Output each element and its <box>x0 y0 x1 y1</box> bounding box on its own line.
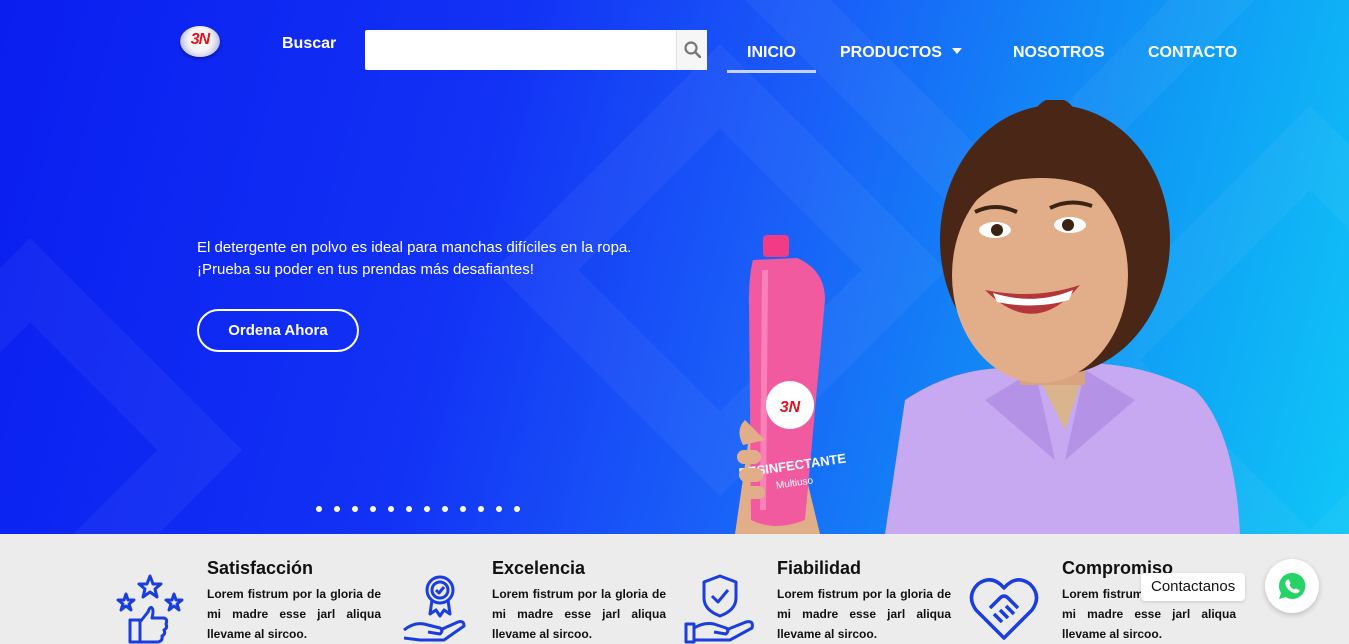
brand-logo[interactable]: 3N <box>180 26 220 57</box>
order-now-button[interactable]: Ordena Ahora <box>197 309 359 352</box>
nav-item-contacto[interactable]: CONTACTO <box>1148 44 1237 62</box>
slider-dot[interactable] <box>478 506 484 512</box>
nav-item-label: CONTACTO <box>1148 44 1238 61</box>
slider-dot[interactable] <box>334 506 340 512</box>
chevron-down-icon <box>951 47 962 54</box>
slider-dot[interactable] <box>496 506 502 512</box>
model-with-product-image: 3N DESINFECTANTE Multiuso <box>735 100 1240 534</box>
feature-title: Fiabilidad <box>777 558 862 578</box>
slider-dot[interactable] <box>370 506 376 512</box>
whatsapp-icon <box>1278 572 1306 599</box>
award-hand-icon <box>403 575 466 642</box>
search-button[interactable] <box>676 30 707 70</box>
whatsapp-label[interactable]: Contactanos <box>1141 573 1246 601</box>
feature-title: Satisfacción <box>207 558 314 578</box>
thumbs-up-stars-icon <box>116 574 184 644</box>
nav-item-label: NOSOTROS <box>1013 44 1105 61</box>
hero-description: El detergente en polvo es ideal para man… <box>197 239 632 278</box>
slider-dot[interactable] <box>406 506 412 512</box>
whatsapp-button[interactable] <box>1265 559 1319 613</box>
brand-logo-text: 3N <box>190 31 210 48</box>
slider-dot[interactable] <box>316 506 322 512</box>
search-box <box>365 30 707 70</box>
feature-body: Lorem fistrum por la gloria de mi madre … <box>777 587 951 641</box>
slider-dot[interactable] <box>388 506 394 512</box>
feature-body: Lorem fistrum por la gloria de mi madre … <box>207 587 381 641</box>
slider-dot[interactable] <box>514 506 520 512</box>
slider-dot[interactable] <box>352 506 358 512</box>
slider-dot[interactable] <box>442 506 448 512</box>
bg-diamond <box>0 237 243 534</box>
nav-item-label: PRODUCTOS <box>840 44 942 61</box>
search-input[interactable] <box>365 30 675 70</box>
nav-item-inicio[interactable]: INICIO <box>727 44 816 73</box>
heart-handshake-icon <box>969 578 1039 640</box>
feature-title: Excelencia <box>492 558 586 578</box>
search-icon <box>684 41 701 58</box>
search-label: Buscar <box>282 35 337 52</box>
shield-hand-icon <box>684 574 754 644</box>
nav-item-nosotros[interactable]: NOSOTROS <box>1013 44 1105 62</box>
bottle-logo-text: 3N <box>780 399 801 416</box>
slider-dot[interactable] <box>460 506 466 512</box>
nav-item-label: INICIO <box>747 44 796 61</box>
nav-item-productos[interactable]: PRODUCTOS <box>840 44 962 62</box>
slider-dot[interactable] <box>424 506 430 512</box>
hero-banner: 3N Buscar INICIO PRODUCTOS NOSOTROS CONT… <box>0 0 1349 534</box>
feature-body: Lorem fistrum por la gloria de mi madre … <box>492 587 666 641</box>
